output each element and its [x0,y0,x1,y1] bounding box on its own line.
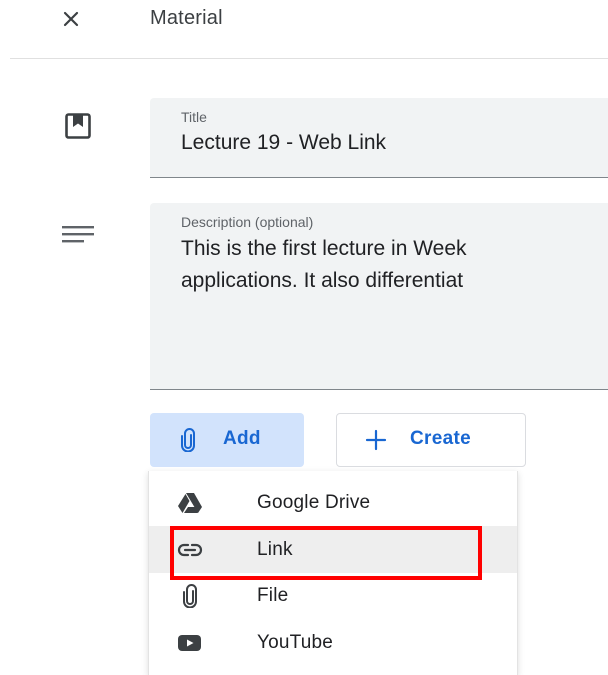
header-divider [10,58,608,59]
menu-item-file[interactable]: File [149,572,517,619]
menu-item-label: Google Drive [257,492,371,513]
close-button[interactable] [56,4,86,34]
title-input[interactable]: Lecture 19 - Web Link [181,131,386,155]
menu-item-label: YouTube [257,632,334,653]
add-button-label: Add [223,428,261,449]
description-text-line-2[interactable]: applications. It also differentiat [181,269,463,293]
plus-icon [365,429,387,451]
page-title: Material [150,7,223,29]
menu-item-label: Link [257,539,293,560]
menu-item-youtube[interactable]: YouTube [149,619,517,666]
add-menu: Google Drive Link File YouTube [148,471,518,675]
title-label: Title [181,109,207,125]
link-icon [177,543,203,557]
notes-icon [62,224,96,244]
create-button-label: Create [410,428,471,449]
top-bar: Material [0,0,608,58]
paperclip-icon [181,428,195,452]
create-button[interactable]: Create [336,413,526,467]
close-icon [63,11,79,27]
description-label: Description (optional) [181,214,314,230]
youtube-icon [178,635,201,651]
description-field[interactable]: Description (optional) This is the first… [150,203,608,390]
description-text-line-1[interactable]: This is the first lecture in Week [181,237,467,261]
menu-item-link[interactable]: Link [149,526,517,573]
google-drive-icon [178,493,202,513]
menu-item-google-drive[interactable]: Google Drive [149,479,517,526]
bookmark-icon [63,111,93,141]
material-editor: Material Title Lecture 19 - Web Link Des… [0,0,608,675]
menu-item-label: File [257,585,289,606]
title-field[interactable]: Title Lecture 19 - Web Link [150,98,608,178]
add-button[interactable]: Add [150,413,304,467]
paperclip-icon [183,584,197,608]
